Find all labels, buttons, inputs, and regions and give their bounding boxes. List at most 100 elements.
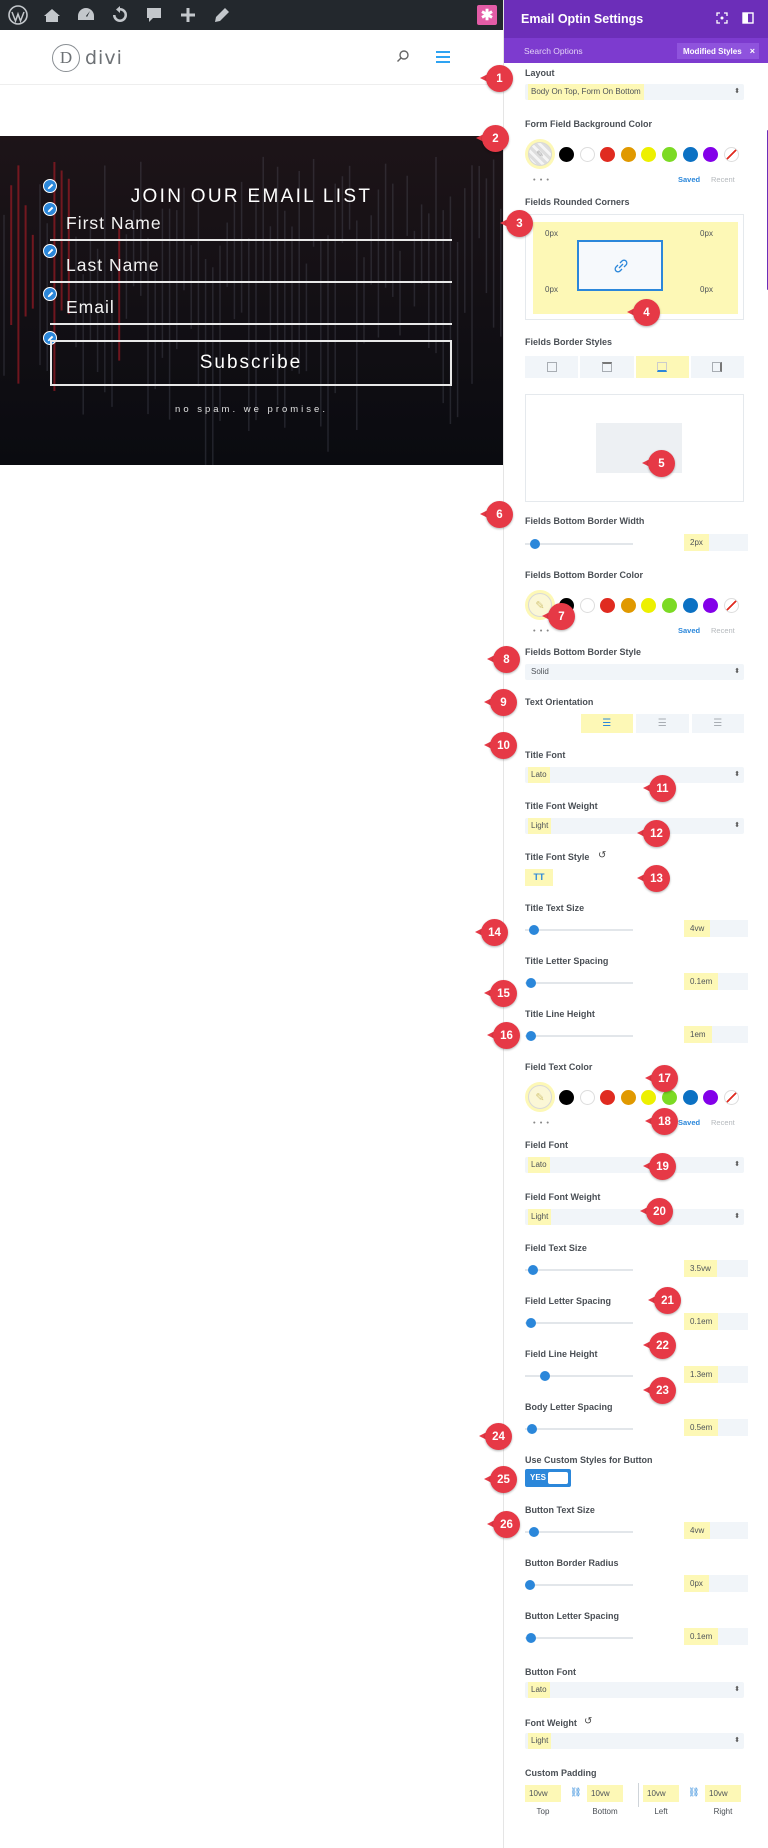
color-swatch[interactable] xyxy=(661,146,677,162)
color-swatch[interactable] xyxy=(579,597,595,613)
color-swatch[interactable] xyxy=(703,146,719,162)
slider-knob[interactable] xyxy=(525,1318,536,1328)
color-swatch[interactable] xyxy=(620,146,636,162)
body-letter-spacing-slider[interactable] xyxy=(525,1424,633,1434)
link-icon[interactable] xyxy=(614,259,628,273)
current-color-swatch[interactable]: ✎ xyxy=(525,1082,555,1112)
color-swatch[interactable] xyxy=(682,146,698,162)
reset-icon[interactable]: ↺ xyxy=(598,850,606,861)
recent-tab[interactable]: Recent xyxy=(711,626,735,635)
link-icon[interactable]: ⛓ xyxy=(688,1787,699,1798)
current-color-swatch[interactable]: ✎ xyxy=(525,139,555,169)
slider-knob[interactable] xyxy=(525,978,536,988)
sites-icon[interactable] xyxy=(40,3,64,27)
field-text-color-picker[interactable]: ✎ xyxy=(525,1082,744,1112)
font-weight-select[interactable]: Light ⬍ xyxy=(525,1733,744,1749)
title-line-height-slider[interactable] xyxy=(525,1031,633,1041)
color-swatch[interactable] xyxy=(579,146,595,162)
button-text-size-input[interactable]: 4vw xyxy=(684,1522,748,1539)
border-right-option[interactable] xyxy=(690,356,744,378)
color-swatch[interactable] xyxy=(620,597,636,613)
slider-knob[interactable] xyxy=(539,1371,550,1381)
title-letter-spacing-input[interactable]: 0.1em xyxy=(684,973,748,990)
align-justify-option[interactable]: ☰ xyxy=(691,714,744,733)
saved-tab[interactable]: Saved xyxy=(678,175,700,184)
color-swatch[interactable] xyxy=(641,146,657,162)
email-field[interactable]: Email xyxy=(50,293,452,325)
border-top-option[interactable] xyxy=(580,356,634,378)
padding-right-input[interactable]: 10vw xyxy=(705,1785,741,1802)
more-dots-icon[interactable]: • • • xyxy=(533,175,550,184)
field-letter-spacing-input[interactable]: 0.1em xyxy=(684,1313,748,1330)
slider-knob[interactable] xyxy=(528,1265,539,1275)
field-text-size-slider[interactable] xyxy=(525,1265,633,1275)
color-swatch[interactable] xyxy=(600,1089,616,1105)
link-icon[interactable]: ⛓ xyxy=(570,1787,581,1798)
uppercase-toggle[interactable]: TT xyxy=(525,869,553,886)
fullscreen-icon[interactable] xyxy=(716,12,728,24)
title-font-select[interactable]: Lato ⬍ xyxy=(525,767,744,783)
corner-bottom-right-input[interactable]: 0px xyxy=(690,281,723,298)
no-color-swatch[interactable] xyxy=(723,597,739,613)
form-bg-color-picker[interactable]: ✎ xyxy=(525,139,744,169)
updates-icon[interactable] xyxy=(108,3,132,27)
slider-knob[interactable] xyxy=(525,1031,536,1041)
more-dots-icon[interactable]: • • • xyxy=(533,1118,550,1127)
title-text-size-slider[interactable] xyxy=(525,925,633,935)
no-color-swatch[interactable] xyxy=(723,146,739,162)
color-swatch[interactable] xyxy=(600,597,616,613)
slider-knob[interactable] xyxy=(525,1633,536,1643)
search-options-input[interactable]: Search Options xyxy=(524,46,583,56)
color-swatch[interactable] xyxy=(703,1089,719,1105)
padding-top-input[interactable]: 10vw xyxy=(525,1785,561,1802)
field-letter-spacing-slider[interactable] xyxy=(525,1318,633,1328)
align-center-option[interactable]: ☰ xyxy=(580,714,633,733)
field-text-size-input[interactable]: 3.5vw xyxy=(684,1260,748,1277)
first-name-field[interactable]: First Name xyxy=(50,209,452,241)
recent-tab[interactable]: Recent xyxy=(711,175,735,184)
padding-bottom-input[interactable]: 10vw xyxy=(587,1785,623,1802)
color-swatch[interactable] xyxy=(559,1089,574,1105)
color-swatch[interactable] xyxy=(600,146,616,162)
bottom-border-style-select[interactable]: Solid ⬍ xyxy=(525,664,744,680)
title-text-size-input[interactable]: 4vw xyxy=(684,920,748,937)
dashboard-icon[interactable] xyxy=(74,3,98,27)
align-right-option[interactable]: ☰ xyxy=(636,714,689,733)
padding-left-input[interactable]: 10vw xyxy=(643,1785,679,1802)
saved-tab[interactable]: Saved xyxy=(678,626,700,635)
saved-tab[interactable]: Saved xyxy=(678,1118,700,1127)
options-search-bar[interactable]: Search Options Modified Styles × xyxy=(504,38,768,63)
title-font-weight-select[interactable]: Light ⬍ xyxy=(525,818,744,834)
corner-top-left-input[interactable]: 0px xyxy=(535,225,568,242)
no-color-swatch[interactable] xyxy=(723,1089,739,1105)
button-letter-spacing-slider[interactable] xyxy=(525,1633,633,1643)
border-bottom-option[interactable] xyxy=(635,356,689,378)
button-letter-spacing-input[interactable]: 0.1em xyxy=(684,1628,748,1645)
corner-top-right-input[interactable]: 0px xyxy=(690,225,723,242)
edit-pen-icon[interactable] xyxy=(43,179,57,193)
border-all-option[interactable] xyxy=(525,356,579,378)
field-line-height-slider[interactable] xyxy=(525,1371,633,1381)
title-letter-spacing-slider[interactable] xyxy=(525,978,633,988)
field-font-weight-select[interactable]: Light ⬍ xyxy=(525,1209,744,1225)
color-swatch[interactable] xyxy=(641,597,657,613)
recent-tab[interactable]: Recent xyxy=(711,1118,735,1127)
color-swatch[interactable] xyxy=(703,597,719,613)
slider-knob[interactable] xyxy=(529,539,540,549)
bottom-border-width-input[interactable]: 2px xyxy=(684,534,748,551)
slider-knob[interactable] xyxy=(528,1527,539,1537)
color-swatch[interactable] xyxy=(682,1089,698,1105)
custom-button-toggle[interactable]: YES xyxy=(525,1469,571,1487)
wordpress-icon[interactable] xyxy=(6,3,30,27)
slider-knob[interactable] xyxy=(528,925,539,935)
button-border-radius-slider[interactable] xyxy=(525,1580,633,1590)
field-font-select[interactable]: Lato ⬍ xyxy=(525,1157,744,1173)
new-content-icon[interactable] xyxy=(176,3,200,27)
button-border-radius-input[interactable]: 0px xyxy=(684,1575,748,1592)
modified-styles-filter[interactable]: Modified Styles × xyxy=(677,43,759,59)
edit-icon[interactable] xyxy=(210,3,234,27)
last-name-field[interactable]: Last Name xyxy=(50,251,452,283)
layout-select[interactable]: Body On Top, Form On Bottom ⬍ xyxy=(525,84,744,100)
bottom-border-width-slider[interactable] xyxy=(525,539,633,549)
color-swatch[interactable] xyxy=(661,597,677,613)
